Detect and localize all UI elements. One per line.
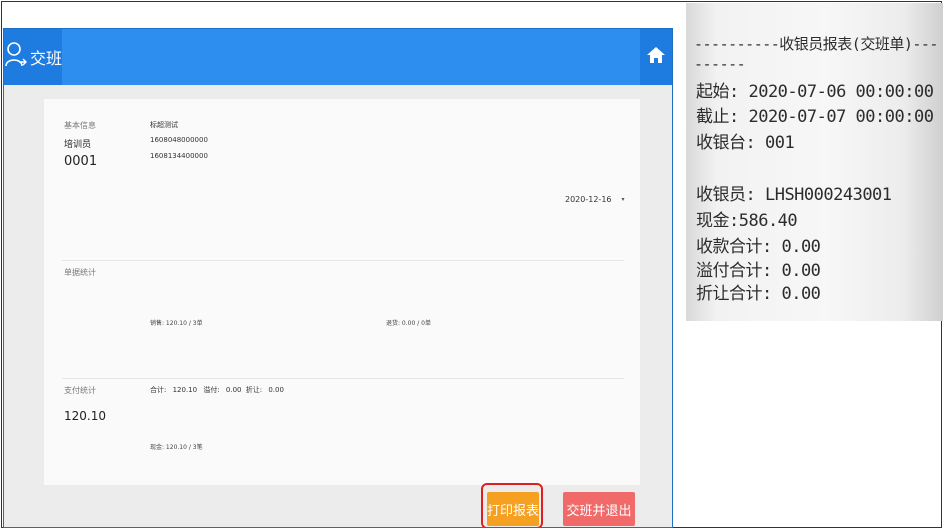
receipt-photo: ----------收银员报表(交班单)--- ------ 起始: 2020-… [686,3,943,321]
print-report-button[interactable]: 打印报表 [487,492,539,526]
returns-stat: 退货: 0.00 / 0单 [386,320,431,327]
divider [62,378,624,379]
overpay-value: 0.00 [225,386,242,394]
user-switch-icon [4,40,28,74]
receipt-collect-total: 收款合计: 0.00 [696,237,821,257]
home-button[interactable] [640,29,672,85]
receipt-dashes: ------ [694,55,746,73]
dropdown-arrow-icon: ▾ [621,196,625,203]
receipt-counter: 收银台: 001 [696,133,795,153]
app-header: 交班 [4,29,672,85]
receipt-discount-total: 折让合计: 0.00 [696,284,821,304]
sales-stat: 销售: 120.10 / 3单 [150,320,203,327]
receipt-cashier: 收银员: LHSH000243001 [696,185,892,205]
shift-user-button[interactable]: 交班 [4,29,62,85]
cashier-id: 0001 [64,154,98,169]
date-select[interactable]: 2020-12-16 ▾ [565,195,625,204]
payment-stats-label: 支付统计 [64,386,96,395]
shift-and-exit-button[interactable]: 交班并退出 [563,492,635,526]
date-value: 2020-12-16 [565,195,612,204]
cash-stat: 现金: 120.10 / 3笔 [150,444,203,451]
receipt-end: 截止: 2020-07-07 00:00:00 [696,107,934,127]
start-timestamp: 1608048000000 [150,136,208,144]
store-name: 标超测试 [150,121,178,129]
page-title: 交班 [30,49,63,68]
discount-value: 0.00 [268,386,284,394]
end-timestamp: 1608134400000 [150,152,208,160]
basic-info-label: 基本信息 [64,121,96,130]
receipt-start: 起始: 2020-07-06 00:00:00 [696,82,934,102]
payment-total: 120.10 [64,409,106,423]
receipt-stats-label: 单据统计 [64,268,96,277]
discount-label: 折让: [245,386,263,394]
home-icon [646,45,666,69]
overpay-label: 溢付: [203,386,220,394]
payment-summary: 合计: 120.10 溢付: 0.00 折让: 0.00 [150,385,284,395]
shift-report-card: 基本信息 培训员 0001 标超测试 1608048000000 1608134… [44,99,640,485]
total-label: 合计: [150,386,167,394]
pos-app-window: 交班 基本信息 培训员 0001 标超测试 1608048000000 1608… [3,28,673,528]
receipt-overpay-total: 溢付合计: 0.00 [696,261,821,281]
receipt-cash: 现金:586.40 [696,211,798,231]
total-value: 120.10 [172,386,198,394]
divider [62,260,624,261]
receipt-header: ----------收银员报表(交班单)--- [694,35,938,53]
role-text: 培训员 [64,140,92,150]
